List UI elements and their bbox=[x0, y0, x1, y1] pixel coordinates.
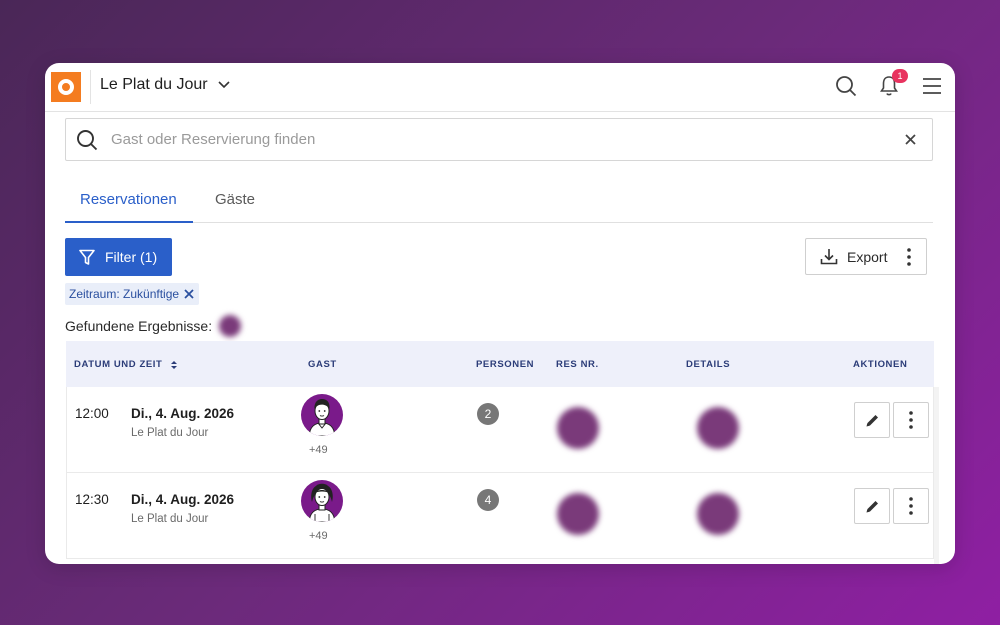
search-bar bbox=[65, 118, 933, 161]
clear-search-icon[interactable] bbox=[905, 134, 916, 145]
column-header-guest: GAST bbox=[308, 359, 337, 370]
column-header-date[interactable]: DATUM UND ZEIT bbox=[74, 359, 178, 370]
filter-chip-label: Zeitraum: Zukünftige bbox=[69, 287, 180, 301]
reservation-time: 12:30 bbox=[75, 492, 109, 507]
tab-gaeste[interactable]: Gäste bbox=[215, 191, 255, 208]
more-vertical-icon[interactable] bbox=[907, 247, 911, 266]
table-row[interactable]: 12:00 Di., 4. Aug. 2026 Le Plat du Jour … bbox=[66, 387, 934, 473]
search-icon[interactable] bbox=[835, 75, 857, 97]
notifications-button[interactable]: 1 bbox=[878, 69, 908, 97]
export-button[interactable]: Export bbox=[805, 238, 927, 275]
chevron-down-icon bbox=[218, 81, 230, 89]
results-count: Gefundene Ergebnisse: bbox=[65, 315, 242, 337]
column-header-res-nr: RES NR. bbox=[556, 359, 599, 370]
edit-button[interactable] bbox=[854, 402, 890, 438]
reservation-date: Di., 4. Aug. 2026 bbox=[131, 406, 235, 421]
reservation-number-redacted bbox=[557, 493, 599, 535]
export-label: Export bbox=[847, 248, 888, 265]
guest-avatar bbox=[301, 394, 343, 436]
reservation-date: Di., 4. Aug. 2026 bbox=[131, 492, 235, 507]
sort-icon bbox=[170, 360, 178, 370]
details-redacted bbox=[697, 407, 739, 449]
results-count-redacted bbox=[219, 315, 242, 337]
notification-badge: 1 bbox=[892, 69, 908, 83]
search-input[interactable] bbox=[109, 130, 905, 149]
edit-button[interactable] bbox=[854, 488, 890, 524]
table-header: DATUM UND ZEIT GAST PERSONEN RES NR. DET… bbox=[66, 341, 934, 387]
column-header-actions: AKTIONEN bbox=[853, 359, 908, 370]
pencil-icon bbox=[865, 413, 880, 428]
column-header-persons: PERSONEN bbox=[476, 359, 535, 370]
guest-phone: +49 bbox=[309, 444, 328, 456]
filter-button[interactable]: Filter (1) bbox=[65, 238, 172, 276]
search-icon bbox=[76, 129, 98, 151]
table-scrollbar[interactable] bbox=[934, 387, 939, 564]
brand-logo[interactable] bbox=[51, 72, 81, 102]
person-count-badge: 4 bbox=[477, 489, 499, 511]
reservation-number-redacted bbox=[557, 407, 599, 449]
table-row[interactable]: 12:30 Di., 4. Aug. 2026 Le Plat du Jour bbox=[66, 473, 934, 559]
guest-phone: +49 bbox=[309, 530, 328, 542]
tab-bar: Reservationen Gäste bbox=[65, 181, 933, 223]
reservation-venue: Le Plat du Jour bbox=[131, 513, 209, 525]
guest-avatar bbox=[301, 480, 343, 522]
venue-name: Le Plat du Jour bbox=[100, 76, 208, 93]
more-vertical-icon bbox=[909, 497, 913, 515]
active-tab-indicator bbox=[65, 221, 193, 223]
more-vertical-icon bbox=[909, 411, 913, 429]
filter-icon bbox=[79, 249, 95, 266]
person-count-badge: 2 bbox=[477, 403, 499, 425]
results-label: Gefundene Ergebnisse: bbox=[65, 318, 213, 334]
details-redacted bbox=[697, 493, 739, 535]
active-filter-chip: Zeitraum: Zukünftige bbox=[65, 283, 200, 305]
reservation-time: 12:00 bbox=[75, 406, 109, 421]
tab-reservationen[interactable]: Reservationen bbox=[80, 191, 177, 208]
topbar-divider bbox=[90, 70, 91, 104]
download-icon bbox=[820, 248, 838, 265]
more-actions-button[interactable] bbox=[893, 488, 929, 524]
filter-label: Filter (1) bbox=[105, 249, 158, 265]
hamburger-menu-icon[interactable] bbox=[921, 75, 943, 97]
app-window: Le Plat du Jour 1 Gast oder Reservierung… bbox=[45, 63, 955, 564]
pencil-icon bbox=[865, 499, 880, 514]
reservation-venue: Le Plat du Jour bbox=[131, 427, 209, 439]
more-actions-button[interactable] bbox=[893, 402, 929, 438]
top-bar: Le Plat du Jour 1 bbox=[45, 63, 955, 112]
remove-filter-icon[interactable] bbox=[184, 289, 194, 299]
column-header-details: DETAILS bbox=[686, 359, 731, 370]
venue-selector[interactable]: Le Plat du Jour bbox=[100, 76, 230, 94]
reservations-table: DATUM UND ZEIT GAST PERSONEN RES NR. DET… bbox=[66, 341, 934, 559]
